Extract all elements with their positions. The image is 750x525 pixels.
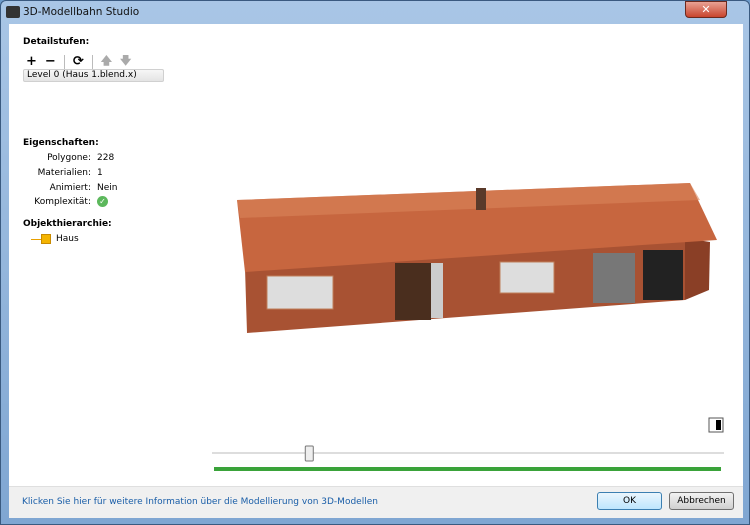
window	[266, 275, 334, 310]
window	[499, 261, 555, 294]
garage-door	[593, 253, 635, 303]
ok-button[interactable]: OK	[597, 492, 662, 510]
house-side-wall	[685, 238, 710, 300]
door	[395, 263, 431, 320]
slider-thumb[interactable]	[304, 445, 314, 462]
door-frame	[431, 263, 443, 318]
cancel-button[interactable]: Abbrechen	[669, 492, 734, 510]
garage-opening	[643, 250, 683, 300]
3d-viewport[interactable]	[0, 0, 750, 525]
progress-bar	[214, 467, 721, 471]
help-link[interactable]: Klicken Sie hier für weitere Information…	[22, 497, 378, 507]
chimney	[476, 188, 486, 210]
